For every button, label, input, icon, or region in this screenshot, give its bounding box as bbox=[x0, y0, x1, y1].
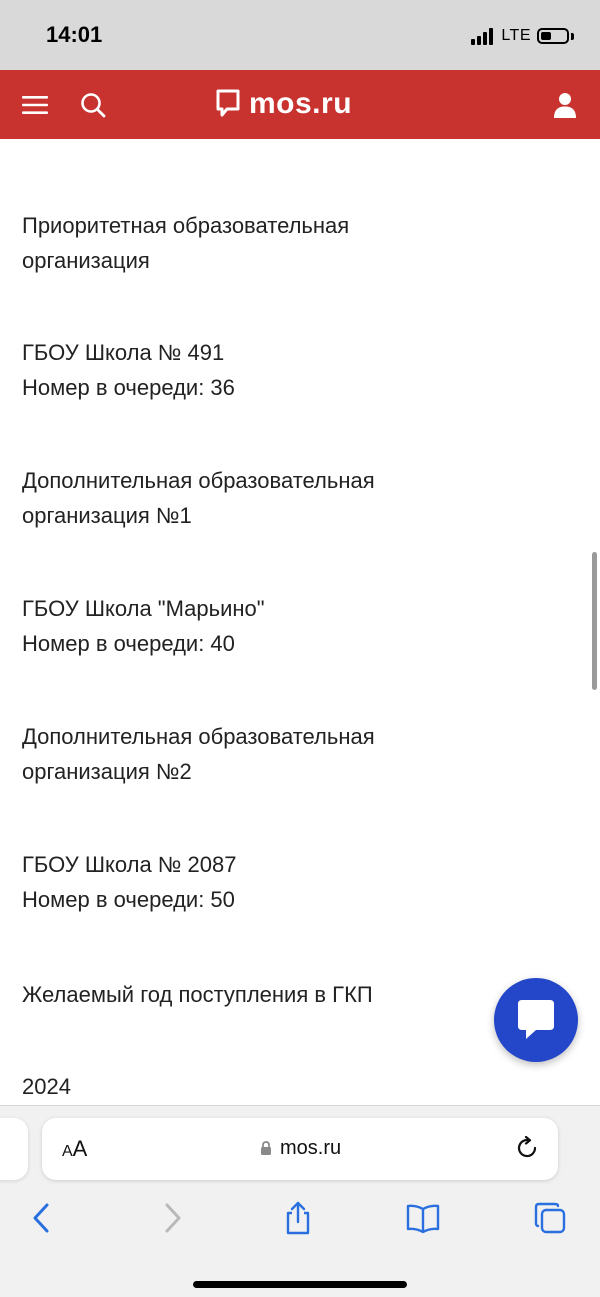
info-line: организация №1 bbox=[22, 503, 192, 528]
info-block: Приоритетная образовательная организация bbox=[22, 208, 349, 278]
info-block: ГБОУ Школа № 2087 Номер в очереди: 50 bbox=[22, 847, 236, 917]
page: 14:01 LTE mos.ru Приоритетная образовате… bbox=[0, 0, 600, 1297]
chat-bubble-icon bbox=[518, 1000, 554, 1039]
school-name: ГБОУ Школа "Марьино" bbox=[22, 596, 265, 621]
aa-small: A bbox=[62, 1143, 73, 1160]
info-line: Дополнительная образовательная bbox=[22, 724, 375, 749]
status-bar: 14:01 LTE bbox=[0, 0, 600, 70]
reader-options-button[interactable]: AA bbox=[62, 1136, 87, 1162]
queue-number: Номер в очереди: 36 bbox=[22, 375, 235, 400]
info-block: Дополнительная образовательная организац… bbox=[22, 719, 375, 789]
info-block: Желаемый год поступления в ГКП bbox=[22, 977, 373, 1012]
scrollbar[interactable] bbox=[592, 552, 597, 690]
aa-large: A bbox=[72, 1136, 88, 1161]
status-indicators: LTE bbox=[471, 24, 574, 48]
forward-icon[interactable] bbox=[154, 1200, 190, 1236]
brand-logo[interactable]: mos.ru bbox=[215, 86, 352, 122]
lock-icon bbox=[261, 1141, 271, 1155]
school-name: ГБОУ Школа № 491 bbox=[22, 340, 225, 365]
info-line: организация bbox=[22, 248, 150, 273]
bookmarks-icon[interactable] bbox=[405, 1200, 441, 1236]
battery-cap bbox=[571, 32, 574, 40]
back-icon[interactable] bbox=[24, 1200, 60, 1236]
info-line: Желаемый год поступления в ГКП bbox=[22, 982, 373, 1007]
browser-toolbar: AA mos.ru bbox=[0, 1105, 600, 1297]
info-line: Дополнительная образовательная bbox=[22, 468, 375, 493]
network-type: LTE bbox=[501, 27, 531, 44]
queue-number: Номер в очереди: 40 bbox=[22, 631, 235, 656]
brand-name: mos.ru bbox=[249, 87, 353, 120]
home-indicator[interactable] bbox=[193, 1281, 407, 1288]
info-block: ГБОУ Школа № 491 Номер в очереди: 36 bbox=[22, 335, 235, 405]
chat-button[interactable] bbox=[494, 978, 578, 1062]
info-line: организация №2 bbox=[22, 759, 192, 784]
queue-number: Номер в очереди: 50 bbox=[22, 887, 235, 912]
search-icon[interactable] bbox=[80, 92, 106, 118]
previous-tab-preview[interactable] bbox=[0, 1118, 28, 1180]
reload-icon[interactable] bbox=[514, 1135, 540, 1161]
battery-icon bbox=[537, 28, 569, 44]
info-line: Приоритетная образовательная bbox=[22, 213, 350, 238]
info-block: ГБОУ Школа "Марьино" Номер в очереди: 40 bbox=[22, 591, 265, 661]
tabs-icon[interactable] bbox=[532, 1200, 568, 1236]
user-icon[interactable] bbox=[554, 92, 576, 118]
info-block: Дополнительная образовательная организац… bbox=[22, 463, 375, 533]
status-time: 14:01 bbox=[46, 22, 103, 47]
url-display[interactable]: mos.ru bbox=[260, 1137, 341, 1160]
info-block: 2024 bbox=[22, 1069, 71, 1104]
school-name: ГБОУ Школа № 2087 bbox=[22, 852, 237, 877]
site-header: mos.ru bbox=[0, 70, 600, 139]
logo-icon bbox=[216, 89, 240, 117]
signal-icon bbox=[471, 27, 495, 45]
share-icon[interactable] bbox=[280, 1200, 316, 1236]
info-line: 2024 bbox=[22, 1074, 71, 1099]
menu-icon[interactable] bbox=[22, 94, 48, 116]
url-text: mos.ru bbox=[280, 1137, 342, 1159]
address-bar[interactable]: AA mos.ru bbox=[42, 1118, 558, 1180]
